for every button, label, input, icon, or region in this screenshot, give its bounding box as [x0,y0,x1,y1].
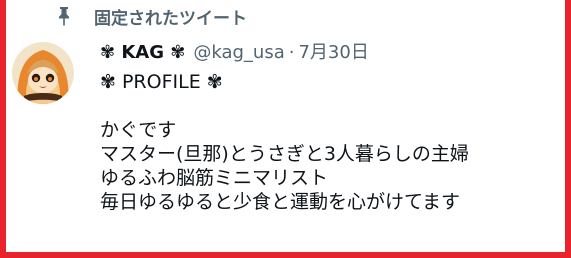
pinned-tweet-label: 固定されたツイート [94,8,247,29]
pin-icon [59,7,69,26]
pinned-indicator: 固定されたツイート [56,4,247,29]
tweet-line: ゆるふわ脳筋ミニマリスト [100,167,329,189]
tweet-header: ✾ KAG ✾ @kag_usa · 7月30日 [100,38,369,64]
tweet-line: 毎日ゆるゆると少食と運動を心がけてます [100,191,461,213]
tweet-date[interactable]: 7月30日 [298,38,368,64]
tweet-line [100,94,469,118]
separator-dot: · [288,42,295,63]
avatar[interactable] [12,42,74,104]
tweet-line: ✾ PROFILE ✾ [100,71,223,93]
user-handle[interactable]: @kag_usa [193,42,284,63]
tweet-text: ✾ PROFILE ✾ かぐです マスター(旦那)とうさぎと3人暮らしの主婦 ゆ… [100,70,469,214]
tweet-line: かぐです [100,119,177,141]
tweet-line: マスター(旦那)とうさぎと3人暮らしの主婦 [100,143,469,165]
avatar-image [12,42,74,104]
display-name[interactable]: ✾ KAG ✾ [100,42,185,63]
